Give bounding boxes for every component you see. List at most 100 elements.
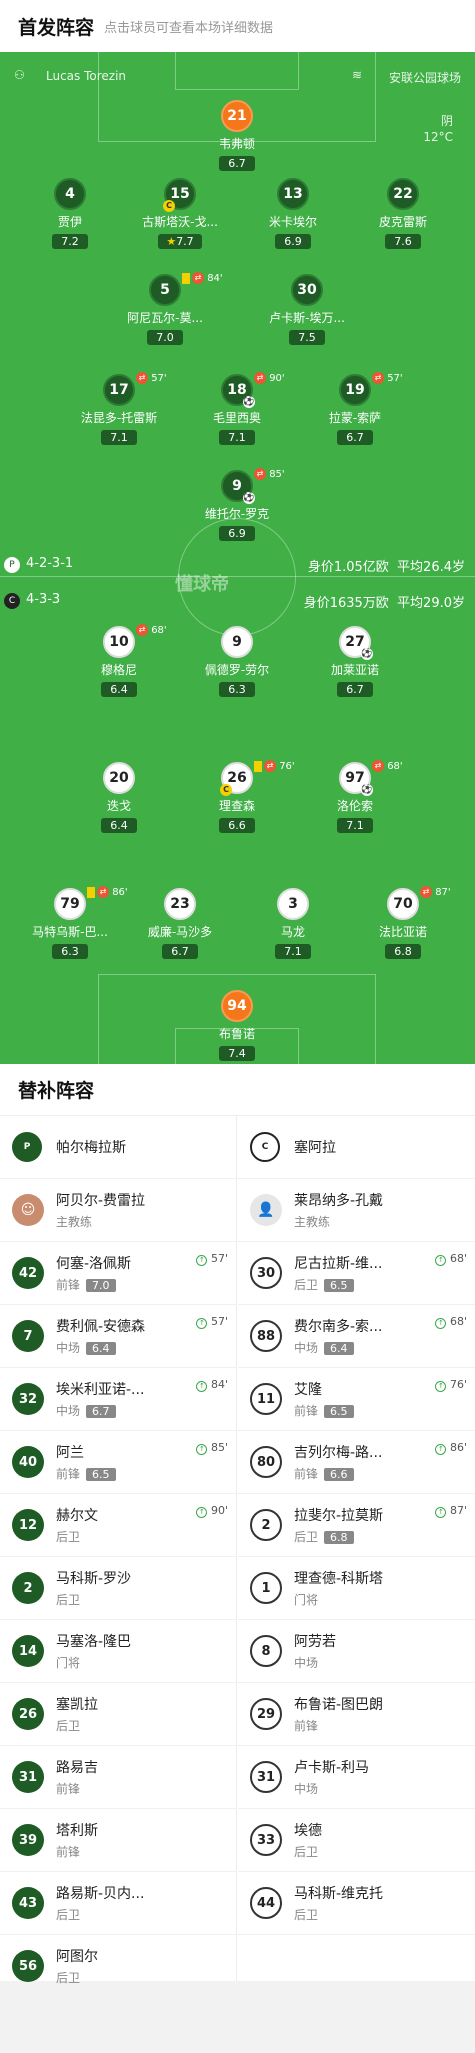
- sub-player-row[interactable]: 29 布鲁诺-图巴朗 前锋: [238, 1683, 475, 1746]
- home-coach[interactable]: ☺ 阿贝尔-费雷拉 主教练: [0, 1179, 236, 1242]
- player-rating: 6.7: [337, 430, 373, 445]
- sub-player-row[interactable]: 30 尼古拉斯-维... 后卫 6.5 ↑ 68': [238, 1242, 475, 1305]
- player-card[interactable]: 18 ⚽ ⇄ 90' 毛里西奥 7.1: [182, 372, 292, 445]
- player-name: 拉蒙-索萨: [328, 411, 382, 425]
- sub-player-row[interactable]: 31 卢卡斯-利马 中场: [238, 1746, 475, 1809]
- sub-name: 路易斯-贝内...: [56, 1886, 145, 1902]
- coach-role: 主教练: [56, 1215, 93, 1229]
- player-card[interactable]: 70 ⇄ 87' 法比亚诺 6.8: [348, 886, 458, 959]
- player-number: 15: [170, 186, 190, 202]
- player-rating: 7.1: [101, 430, 137, 445]
- player-card[interactable]: 4 贾伊 7.2: [15, 178, 125, 249]
- palmeiras-icon: P: [4, 557, 20, 573]
- player-rating: 6.7: [162, 944, 198, 959]
- away-team-header[interactable]: C 塞阿拉: [238, 1116, 475, 1179]
- sub-player-row[interactable]: 88 费尔南多-索... 中场 6.4 ↑ 68': [238, 1305, 475, 1368]
- sub-minute: 85': [269, 469, 285, 480]
- substitutes-section: 替补阵容 P 帕尔梅拉斯 ☺ 阿贝尔-费雷拉 主教练 42 何塞-洛佩斯 前锋 7.0 ↑…: [0, 1064, 475, 1998]
- player-card[interactable]: 15 C 古斯塔沃-戈... ★7.7: [125, 178, 235, 249]
- player-card[interactable]: 23 威廉-马沙多 6.7: [125, 888, 235, 959]
- sub-player-row[interactable]: 14 马塞洛-隆巴 门将: [0, 1620, 236, 1683]
- sub-name: 吉列尔梅-路...: [294, 1445, 383, 1461]
- player-card[interactable]: 9 ⚽ ⇄ 85' 维托尔-罗克 6.9: [182, 468, 292, 541]
- player-number: 3: [277, 888, 309, 920]
- sub-position: 前锋: [294, 1467, 319, 1481]
- player-card[interactable]: 20 迭戈 6.4: [64, 762, 174, 833]
- sub-player-row[interactable]: 12 赫尔文 后卫 ↑ 90': [0, 1494, 236, 1557]
- player-card[interactable]: 21 韦弗顿 6.7: [182, 100, 292, 171]
- player-number: 79: [54, 888, 86, 920]
- player-name: 洛伦索: [336, 799, 373, 813]
- subs-title: 替补阵容: [0, 1064, 475, 1116]
- player-card[interactable]: 9 佩德罗-劳尔 6.3: [182, 626, 292, 697]
- sub-number: 8: [250, 1635, 282, 1667]
- sub-player-row[interactable]: 44 马科斯-维克托 后卫: [238, 1872, 475, 1935]
- sub-in-icon: ↑: [435, 1318, 447, 1329]
- sub-player-row[interactable]: 42 何塞-洛佩斯 前锋 7.0 ↑ 57': [0, 1242, 236, 1305]
- sub-position: 中场: [294, 1341, 319, 1355]
- player-card[interactable]: 79 ⇄ 86' 马特乌斯-巴... 6.3: [15, 886, 128, 959]
- sub-number: 14: [12, 1635, 44, 1667]
- sub-player-row[interactable]: 39 塔利斯 前锋: [0, 1809, 236, 1872]
- player-number: 10: [103, 626, 135, 658]
- player-card[interactable]: 27 ⚽ 加莱亚诺 6.7: [300, 626, 410, 697]
- sub-player-row[interactable]: 80 吉列尔梅-路... 前锋 6.6 ↑ 86': [238, 1431, 475, 1494]
- sub-player-row[interactable]: 1 理查德-科斯塔 门将: [238, 1557, 475, 1620]
- sub-player-row[interactable]: 26 塞凯拉 后卫: [0, 1683, 236, 1746]
- player-name: 法昆多-托雷斯: [80, 411, 158, 425]
- sub-rating: 6.5: [324, 1405, 354, 1418]
- sub-in-minute: 90': [210, 1504, 228, 1517]
- player-name: 佩德罗-劳尔: [204, 663, 270, 677]
- sub-position: 后卫: [56, 1530, 81, 1544]
- player-number: 5: [149, 274, 181, 306]
- sub-player-row[interactable]: 32 埃米利亚诺-... 中场 6.7 ↑ 84': [0, 1368, 236, 1431]
- sub-in-minute: 68': [449, 1252, 467, 1265]
- sub-name: 布鲁诺-图巴朗: [294, 1697, 384, 1713]
- sub-name: 费尔南多-索...: [294, 1319, 383, 1335]
- player-card[interactable]: 19 ⇄ 57' 拉蒙-索萨 6.7: [300, 372, 410, 445]
- sub-out-icon: ⇄: [136, 372, 148, 384]
- sub-player-row[interactable]: 56 阿图尔 后卫: [0, 1935, 236, 1998]
- yellow-card-icon: [254, 760, 262, 772]
- sub-player-row[interactable]: 11 艾隆 前锋 6.5 ↑ 76': [238, 1368, 475, 1431]
- sub-player-row[interactable]: 40 阿兰 前锋 6.5 ↑ 85': [0, 1431, 236, 1494]
- player-card[interactable]: 30 卢卡斯-埃万... 7.5: [252, 274, 362, 345]
- player-rating: 7.6: [385, 234, 421, 249]
- player-card[interactable]: 94 布鲁诺 7.4: [182, 990, 292, 1061]
- sub-player-row[interactable]: 2 拉斐尔-拉莫斯 后卫 6.8 ↑ 87': [238, 1494, 475, 1557]
- player-name: 马龙: [280, 925, 305, 939]
- player-card[interactable]: 3 马龙 7.1: [238, 888, 348, 959]
- player-name: 古斯塔沃-戈...: [142, 215, 218, 229]
- referee-name: Lucas Torezin: [46, 69, 127, 83]
- sub-player-row[interactable]: 7 费利佩-安德森 中场 6.4 ↑ 57': [0, 1305, 236, 1368]
- sub-rating: 6.8: [324, 1531, 354, 1544]
- sub-player-row[interactable]: 2 马科斯-罗沙 后卫: [0, 1557, 236, 1620]
- player-card[interactable]: 17 ⇄ 57' 法昆多-托雷斯 7.1: [64, 372, 174, 445]
- player-card[interactable]: 13 米卡埃尔 6.9: [238, 178, 348, 249]
- home-team-name: 帕尔梅拉斯: [56, 1140, 126, 1156]
- away-coach[interactable]: 👤 莱昂纳多-孔戴 主教练: [238, 1179, 475, 1242]
- sub-player-row[interactable]: 31 路易吉 前锋: [0, 1746, 236, 1809]
- player-rating: 7.7: [176, 235, 194, 248]
- sub-player-row[interactable]: 43 路易斯-贝内... 后卫: [0, 1872, 236, 1935]
- sub-player-row[interactable]: 8 阿劳若 中场: [238, 1620, 475, 1683]
- player-rating: 6.4: [101, 682, 137, 697]
- sub-minute: 57': [151, 373, 167, 384]
- player-card[interactable]: 97 ⚽ ⇄ 68' 洛伦索 7.1: [300, 760, 410, 833]
- sub-number: 11: [250, 1383, 282, 1415]
- sub-number: 33: [250, 1824, 282, 1856]
- player-card[interactable]: 10 ⇄ 68' 穆格尼 6.4: [64, 624, 174, 697]
- sub-number: 26: [12, 1698, 44, 1730]
- sub-position: 后卫: [294, 1278, 319, 1292]
- player-card[interactable]: 26 C ⇄ 76' 理查森 6.6: [182, 760, 295, 833]
- home-subs-column: P 帕尔梅拉斯 ☺ 阿贝尔-费雷拉 主教练 42 何塞-洛佩斯 前锋 7.0 ↑ 57' 7…: [0, 1116, 237, 1998]
- sub-out-icon: ⇄: [264, 760, 276, 772]
- palmeiras-logo-icon: P: [12, 1132, 42, 1162]
- assist-icon: ⚽: [361, 648, 373, 660]
- sub-name: 马塞洛-隆巴: [56, 1634, 132, 1650]
- player-card[interactable]: 5 ⇄ 84' 阿尼瓦尔-莫... 7.0: [110, 272, 223, 345]
- sub-player-row[interactable]: 33 埃德 后卫: [238, 1809, 475, 1872]
- avatar-placeholder-icon: 👤: [250, 1194, 282, 1226]
- player-card[interactable]: 22 皮克雷斯 7.6: [348, 178, 458, 249]
- home-team-header[interactable]: P 帕尔梅拉斯: [0, 1116, 236, 1179]
